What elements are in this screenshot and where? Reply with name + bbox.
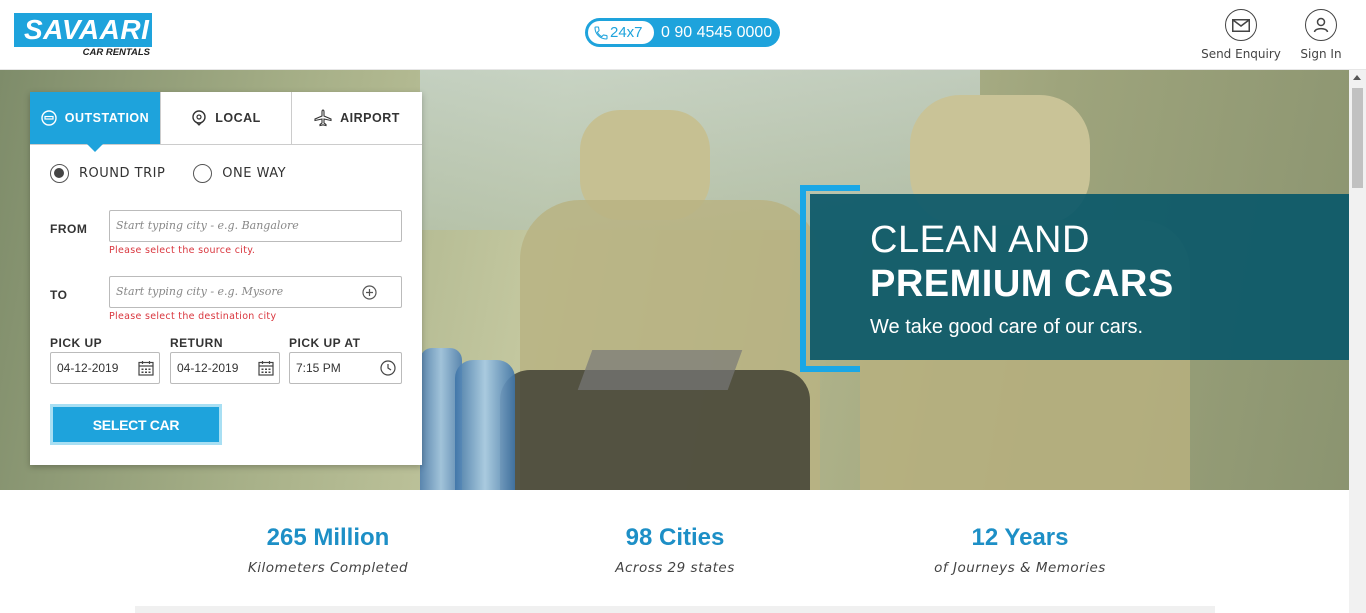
tab-airport[interactable]: AIRPORT (292, 92, 422, 144)
add-stop-icon[interactable] (362, 285, 377, 300)
stat-cities: 98 Cities Across 29 states (575, 524, 775, 576)
calendar-icon (138, 361, 154, 376)
return-date-input[interactable]: 04-12-2019 (170, 352, 280, 384)
clock-icon (380, 360, 396, 376)
stat-caption: Kilometers Completed (247, 560, 409, 576)
promo-line-2: PREMIUM CARS (870, 263, 1174, 305)
promo-line-1: CLEAN AND (870, 219, 1090, 261)
site-header: SAVAARI CAR RENTALS 24x7 0 90 4545 0000 … (0, 0, 1366, 70)
radio-indicator (193, 164, 213, 183)
tab-outstation[interactable]: OUTSTATION (30, 92, 161, 152)
logo-wordmark: SAVAARI (14, 13, 152, 47)
pickup-label: PICK UP (50, 336, 103, 350)
page-scrollbar[interactable] (1349, 70, 1366, 613)
tab-local-label: LOCAL (215, 111, 261, 125)
user-icon (1305, 9, 1337, 41)
select-car-button[interactable]: SELECT CAR (50, 404, 222, 445)
tab-local[interactable]: LOCAL (161, 92, 292, 144)
mail-icon (1225, 9, 1257, 41)
from-error: Please select the source city. (109, 245, 256, 256)
scrollbar-thumb[interactable] (1352, 88, 1363, 188)
booking-tabs: OUTSTATION LOCAL AIRPORT (30, 92, 422, 152)
section-divider (135, 606, 1215, 613)
stat-years: 12 Years of Journeys & Memories (920, 524, 1120, 576)
promo-line-3: We take good care of our cars. (870, 316, 1144, 338)
to-label: TO (50, 288, 68, 302)
round-trip-label: ROUND TRIP (79, 166, 166, 181)
return-label: RETURN (170, 336, 223, 350)
from-city-input[interactable]: Start typing city - e.g. Bangalore (109, 210, 402, 242)
sign-in-button[interactable]: Sign In (1298, 9, 1344, 61)
pickup-date-value: 04-12-2019 (57, 361, 119, 375)
airplane-icon (314, 109, 332, 127)
pickup-time-value: 7:15 PM (296, 361, 341, 375)
stat-caption: of Journeys & Memories (934, 560, 1106, 576)
one-way-label: ONE WAY (222, 166, 287, 181)
stat-kilometers: 265 Million Kilometers Completed (228, 524, 428, 576)
hero-water-bottle (455, 360, 515, 490)
trip-type-options: ROUND TRIP ONE WAY (50, 164, 286, 183)
stat-value: 265 Million (266, 524, 390, 551)
location-pin-icon (192, 110, 206, 126)
phone-badge-text: 24x7 (610, 24, 643, 41)
sign-in-label: Sign In (1300, 47, 1342, 61)
from-label: FROM (50, 222, 88, 236)
pickup-date-input[interactable]: 04-12-2019 (50, 352, 160, 384)
tab-outstation-label: OUTSTATION (64, 111, 150, 125)
car-front-icon (41, 110, 57, 126)
to-city-input[interactable]: Start typing city - e.g. Mysore (109, 276, 402, 308)
hero-newspaper (577, 350, 743, 390)
round-trip-radio[interactable]: ROUND TRIP (50, 164, 165, 183)
phone-number: 0 90 4545 0000 (661, 24, 773, 41)
to-city-placeholder: Start typing city - e.g. Mysore (116, 285, 284, 298)
phone-icon (594, 26, 608, 40)
tab-airport-label: AIRPORT (340, 111, 400, 125)
savaari-logo[interactable]: SAVAARI CAR RENTALS (14, 13, 152, 59)
one-way-radio[interactable]: ONE WAY (193, 164, 286, 183)
return-date-value: 04-12-2019 (177, 361, 239, 375)
send-enquiry-label: Send Enquiry (1201, 47, 1281, 61)
send-enquiry-button[interactable]: Send Enquiry (1201, 9, 1281, 61)
pickup-time-input[interactable]: 7:15 PM (289, 352, 402, 384)
to-error: Please select the destination city (109, 311, 277, 322)
scroll-up-arrow-icon[interactable] (1353, 75, 1361, 80)
pickup-at-label: PICK UP AT (289, 336, 361, 350)
promo-panel: CLEAN AND PREMIUM CARS We take good care… (810, 194, 1349, 360)
radio-selected-indicator (50, 164, 69, 183)
phone-24x7-badge: 24x7 (587, 20, 655, 45)
calendar-icon (258, 361, 274, 376)
stat-caption: Across 29 states (615, 560, 735, 576)
phone-contact[interactable]: 24x7 0 90 4545 0000 (585, 18, 780, 47)
booking-search-card: OUTSTATION LOCAL AIRPORT ROUND TRIP ONE … (30, 92, 422, 465)
stat-value: 98 Cities (625, 524, 725, 551)
logo-subtitle: CAR RENTALS (82, 47, 150, 58)
stat-value: 12 Years (971, 524, 1069, 551)
